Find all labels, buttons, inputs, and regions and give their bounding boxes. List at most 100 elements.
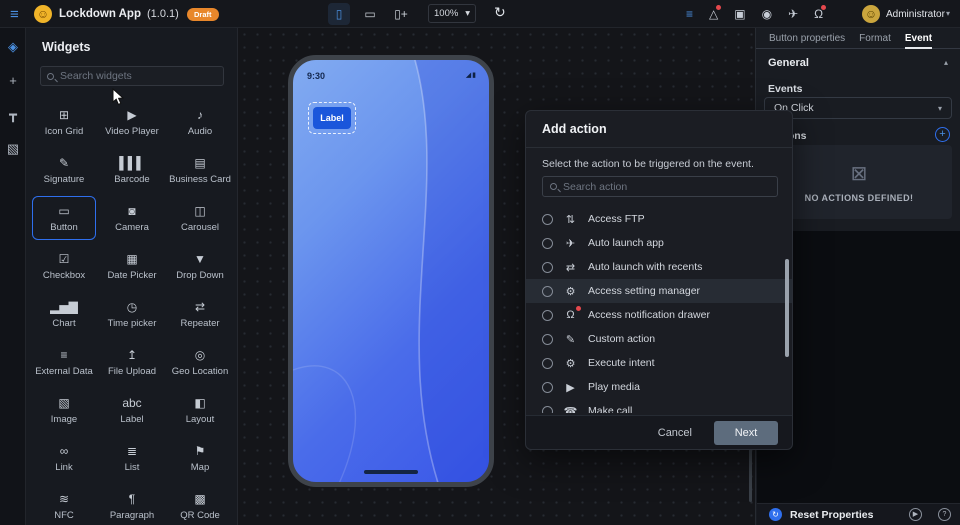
widget-carousel[interactable]: ◫Carousel — [168, 196, 232, 240]
preview-eye-icon[interactable]: ◉ — [762, 8, 772, 20]
footer-icons: ▶? — [909, 508, 951, 521]
cancel-button[interactable]: Cancel — [658, 427, 692, 439]
widget-barcode[interactable]: ▌▌▌Barcode — [100, 148, 164, 192]
widget-image[interactable]: ▧Image — [32, 388, 96, 432]
drop-down-icon: ▼ — [194, 252, 206, 267]
toolbar-actions: ≡ △ ▣ ◉ ✈ Ω — [686, 0, 823, 28]
button-widget[interactable]: Label — [313, 107, 351, 129]
widget-icon-grid[interactable]: ⊞Icon Grid — [32, 100, 96, 144]
widget-time-picker[interactable]: ◷Time picker — [100, 292, 164, 336]
radio-icon[interactable] — [542, 286, 553, 297]
run-icon[interactable]: ▶ — [909, 508, 922, 521]
action-auto-launch-app[interactable]: ✈Auto launch app — [526, 231, 792, 255]
device-phone-add-icon[interactable]: ▯+ — [390, 3, 412, 25]
outline-list-icon[interactable]: ≡ — [686, 8, 693, 20]
widget-drop-down[interactable]: ▼Drop Down — [168, 244, 232, 288]
widget-label[interactable]: abcLabel — [100, 388, 164, 432]
action-access-notification-drawer[interactable]: ΩAccess notification drawer — [526, 303, 792, 327]
widget-layout[interactable]: ◧Layout — [168, 388, 232, 432]
widget-label: Repeater — [180, 318, 219, 329]
widget-video-player[interactable]: ▶Video Player — [100, 100, 164, 144]
widget-checkbox[interactable]: ☑Checkbox — [32, 244, 96, 288]
tab-button-properties[interactable]: Button properties — [769, 28, 845, 49]
radio-icon[interactable] — [542, 334, 553, 345]
action-access-setting-manager[interactable]: ⚙Access setting manager — [526, 279, 792, 303]
widget-list[interactable]: ≣List — [100, 436, 164, 480]
tab-event[interactable]: Event — [905, 28, 932, 49]
alerts-triangle-icon[interactable]: △ — [709, 8, 718, 20]
menu-icon[interactable]: ≡ — [10, 6, 19, 23]
action-play-media[interactable]: ▶Play media — [526, 375, 792, 399]
avatar[interactable]: ☺ — [862, 5, 880, 23]
radio-icon[interactable] — [542, 358, 553, 369]
widget-nfc[interactable]: ≋NFC — [32, 484, 96, 525]
widget-qr-code[interactable]: ▩QR Code — [168, 484, 232, 525]
device-phone-icon[interactable]: ▯ — [328, 3, 350, 25]
radio-icon[interactable] — [542, 382, 553, 393]
chevron-down-icon[interactable]: ▾ — [946, 9, 950, 18]
action-make-call[interactable]: ☎Make call — [526, 399, 792, 413]
media-library-icon[interactable]: ▧ — [0, 134, 26, 164]
modal-description: Select the action to be triggered on the… — [542, 158, 754, 170]
next-button[interactable]: Next — [714, 421, 778, 445]
widget-search-input[interactable] — [60, 70, 217, 82]
widgets-panel-icon[interactable]: ◈ — [0, 32, 26, 62]
radio-icon[interactable] — [542, 406, 553, 414]
reset-properties-button[interactable]: Reset Properties — [790, 509, 873, 521]
help-icon[interactable]: ? — [938, 508, 951, 521]
selected-button-widget[interactable]: Label — [308, 102, 356, 134]
play-media-icon: ▶ — [563, 381, 578, 394]
page-hierarchy-icon[interactable]: ┳ — [0, 100, 26, 130]
radio-icon[interactable] — [542, 238, 553, 249]
action-list: ⇅Access FTP✈Auto launch app⇄Auto launch … — [526, 207, 792, 413]
carousel-icon: ◫ — [194, 204, 205, 219]
status-badge: Draft — [187, 8, 219, 21]
radio-icon[interactable] — [542, 262, 553, 273]
add-page-icon[interactable]: + — [0, 66, 26, 96]
image-icon: ▧ — [58, 396, 69, 411]
action-search-box — [542, 176, 778, 197]
widget-label: Geo Location — [172, 366, 229, 377]
add-action-button[interactable]: + — [935, 127, 950, 142]
action-auto-launch-with-recents[interactable]: ⇄Auto launch with recents — [526, 255, 792, 279]
publish-icon[interactable]: ✈ — [788, 8, 798, 20]
widget-external-data[interactable]: ≡External Data — [32, 340, 96, 384]
zoom-level-dropdown[interactable]: 100% ▾ — [428, 4, 476, 23]
notifications-bell-icon[interactable]: Ω — [814, 8, 823, 20]
user-menu[interactable]: Administrator — [886, 9, 945, 20]
widget-chart[interactable]: ▂▅▇Chart — [32, 292, 96, 336]
widget-file-upload[interactable]: ↥File Upload — [100, 340, 164, 384]
widget-button[interactable]: ▭Button — [32, 196, 96, 240]
widget-label: QR Code — [180, 510, 220, 521]
widget-camera[interactable]: ◙Camera — [100, 196, 164, 240]
action-execute-intent[interactable]: ⚙Execute intent — [526, 351, 792, 375]
repeater-icon: ⇄ — [195, 300, 205, 315]
widget-business-card[interactable]: ▤Business Card — [168, 148, 232, 192]
save-icon[interactable]: ▣ — [734, 8, 745, 20]
widgets-panel: Widgets ⊞Icon Grid▶Video Player♪Audio✎Si… — [26, 28, 238, 525]
widget-paragraph[interactable]: ¶Paragraph — [100, 484, 164, 525]
rotate-device-icon[interactable]: ↻ — [494, 4, 506, 21]
widget-map[interactable]: ⚑Map — [168, 436, 232, 480]
radio-icon[interactable] — [542, 310, 553, 321]
tab-format[interactable]: Format — [859, 28, 891, 49]
action-custom-action[interactable]: ✎Custom action — [526, 327, 792, 351]
widget-date-picker[interactable]: ▦Date Picker — [100, 244, 164, 288]
widget-search-box — [40, 66, 224, 86]
widget-link[interactable]: ∞Link — [32, 436, 96, 480]
chevron-down-icon: ▾ — [465, 8, 470, 19]
widget-audio[interactable]: ♪Audio — [168, 100, 232, 144]
widget-geo-location[interactable]: ◎Geo Location — [168, 340, 232, 384]
widget-signature[interactable]: ✎Signature — [32, 148, 96, 192]
widget-repeater[interactable]: ⇄ Repeater — [168, 292, 232, 336]
auto-launch-with-recents-icon: ⇄ — [563, 261, 578, 274]
canvas-scrollbar[interactable] — [749, 442, 752, 502]
collapse-chevron-icon[interactable]: ▴ — [944, 58, 948, 67]
modal-scrollbar[interactable] — [785, 259, 789, 357]
radio-icon[interactable] — [542, 214, 553, 225]
action-access-ftp[interactable]: ⇅Access FTP — [526, 207, 792, 231]
properties-tabs: Button properties Format Event — [756, 28, 960, 49]
reset-icon[interactable]: ↻ — [769, 508, 782, 521]
action-search-input[interactable] — [563, 181, 770, 193]
device-tablet-icon[interactable]: ▭ — [359, 3, 381, 25]
